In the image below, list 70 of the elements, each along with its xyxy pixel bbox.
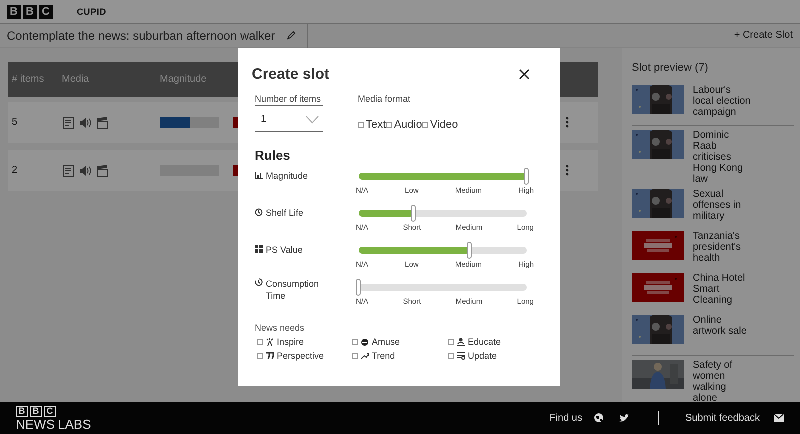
- story-title[interactable]: Labour's local election campaign: [693, 85, 753, 123]
- speaker-icon[interactable]: [79, 116, 92, 130]
- clapperboard-icon[interactable]: [96, 116, 109, 130]
- magnitude-bar: [160, 117, 219, 128]
- checkbox[interactable]: Educate: [448, 337, 538, 347]
- logo-text: NEWS: [16, 418, 55, 430]
- more-icon[interactable]: [566, 165, 569, 176]
- slot-title: Contemplate the news: suburban afternoon walker: [6, 28, 276, 42]
- need-icon: [361, 352, 369, 360]
- rule-icon: [255, 171, 263, 180]
- checkbox[interactable]: Text: [358, 119, 386, 131]
- need-icon: [457, 338, 465, 346]
- story-title[interactable]: China Hotel Smart Cleaning: [693, 273, 753, 311]
- globe-icon[interactable]: [594, 413, 604, 423]
- story-title[interactable]: Sexual offenses in military: [693, 189, 753, 227]
- story-title[interactable]: Dominic Raab criticises Hong Kong law: [693, 130, 753, 185]
- logo-letter: B: [7, 4, 21, 18]
- rules-heading: Rules: [255, 148, 292, 163]
- logo-letter: C: [44, 406, 56, 416]
- logo-letter: B: [23, 4, 37, 18]
- rule-label: Consumption Time: [266, 278, 320, 302]
- column-header: # items: [12, 74, 46, 85]
- need-icon: [266, 338, 274, 346]
- need-icon: [361, 338, 369, 346]
- find-us-label: Find us: [550, 412, 582, 424]
- logo-text: LABS: [58, 418, 92, 430]
- chevron-icon: [306, 116, 319, 124]
- media-format-label: Media format: [358, 94, 411, 104]
- news-needs-label: News needs: [255, 323, 306, 333]
- item-count: 5: [12, 117, 19, 128]
- feedback-link[interactable]: Submit feedback: [686, 412, 760, 424]
- more-icon[interactable]: [566, 117, 569, 128]
- checkbox[interactable]: Update: [448, 351, 538, 361]
- mail-icon[interactable]: [774, 414, 784, 422]
- column-header: Media: [62, 74, 90, 85]
- checkbox[interactable]: Amuse: [352, 337, 448, 347]
- logo-letter: B: [30, 406, 42, 416]
- number-select[interactable]: 1: [255, 108, 323, 132]
- checkbox[interactable]: Video: [422, 119, 458, 131]
- rule-icon: [255, 278, 263, 287]
- need-icon: [457, 352, 465, 360]
- dialog-title: Create slot: [252, 66, 330, 83]
- rule-label: Shelf Life: [266, 208, 304, 218]
- story-title[interactable]: Tanzania's president's health: [693, 231, 753, 269]
- checkbox[interactable]: Perspective: [257, 351, 352, 361]
- story-title[interactable]: Safety of women walking alone: [693, 360, 753, 404]
- close-button[interactable]: [519, 69, 530, 80]
- number-label: Number of items: [255, 94, 323, 106]
- rule-label: Magnitude: [266, 171, 308, 181]
- column-header: Magnitude: [160, 74, 208, 85]
- document-icon[interactable]: [62, 164, 75, 178]
- create-slot-button[interactable]: + Create Slot: [734, 30, 793, 41]
- logo-letter: C: [39, 4, 53, 18]
- clapperboard-icon[interactable]: [96, 164, 109, 178]
- need-icon: [266, 352, 274, 360]
- pencil-icon[interactable]: [287, 31, 296, 40]
- story-title[interactable]: Online artwork sale: [693, 315, 753, 353]
- close-icon: [519, 69, 530, 80]
- rule-icon: [255, 245, 263, 254]
- checkbox[interactable]: Trend: [352, 351, 448, 361]
- item-count: 2: [12, 165, 19, 176]
- document-icon[interactable]: [62, 116, 75, 130]
- rule-label: PS Value: [266, 245, 303, 255]
- app-name[interactable]: CUPID: [77, 6, 107, 16]
- logo-letter: B: [16, 406, 28, 416]
- checkbox[interactable]: Audio: [386, 119, 422, 131]
- preview-title: Slot preview (7): [632, 62, 710, 74]
- bird-icon[interactable]: [618, 414, 630, 422]
- speaker-icon[interactable]: [79, 164, 92, 178]
- checkbox[interactable]: Inspire: [257, 337, 352, 347]
